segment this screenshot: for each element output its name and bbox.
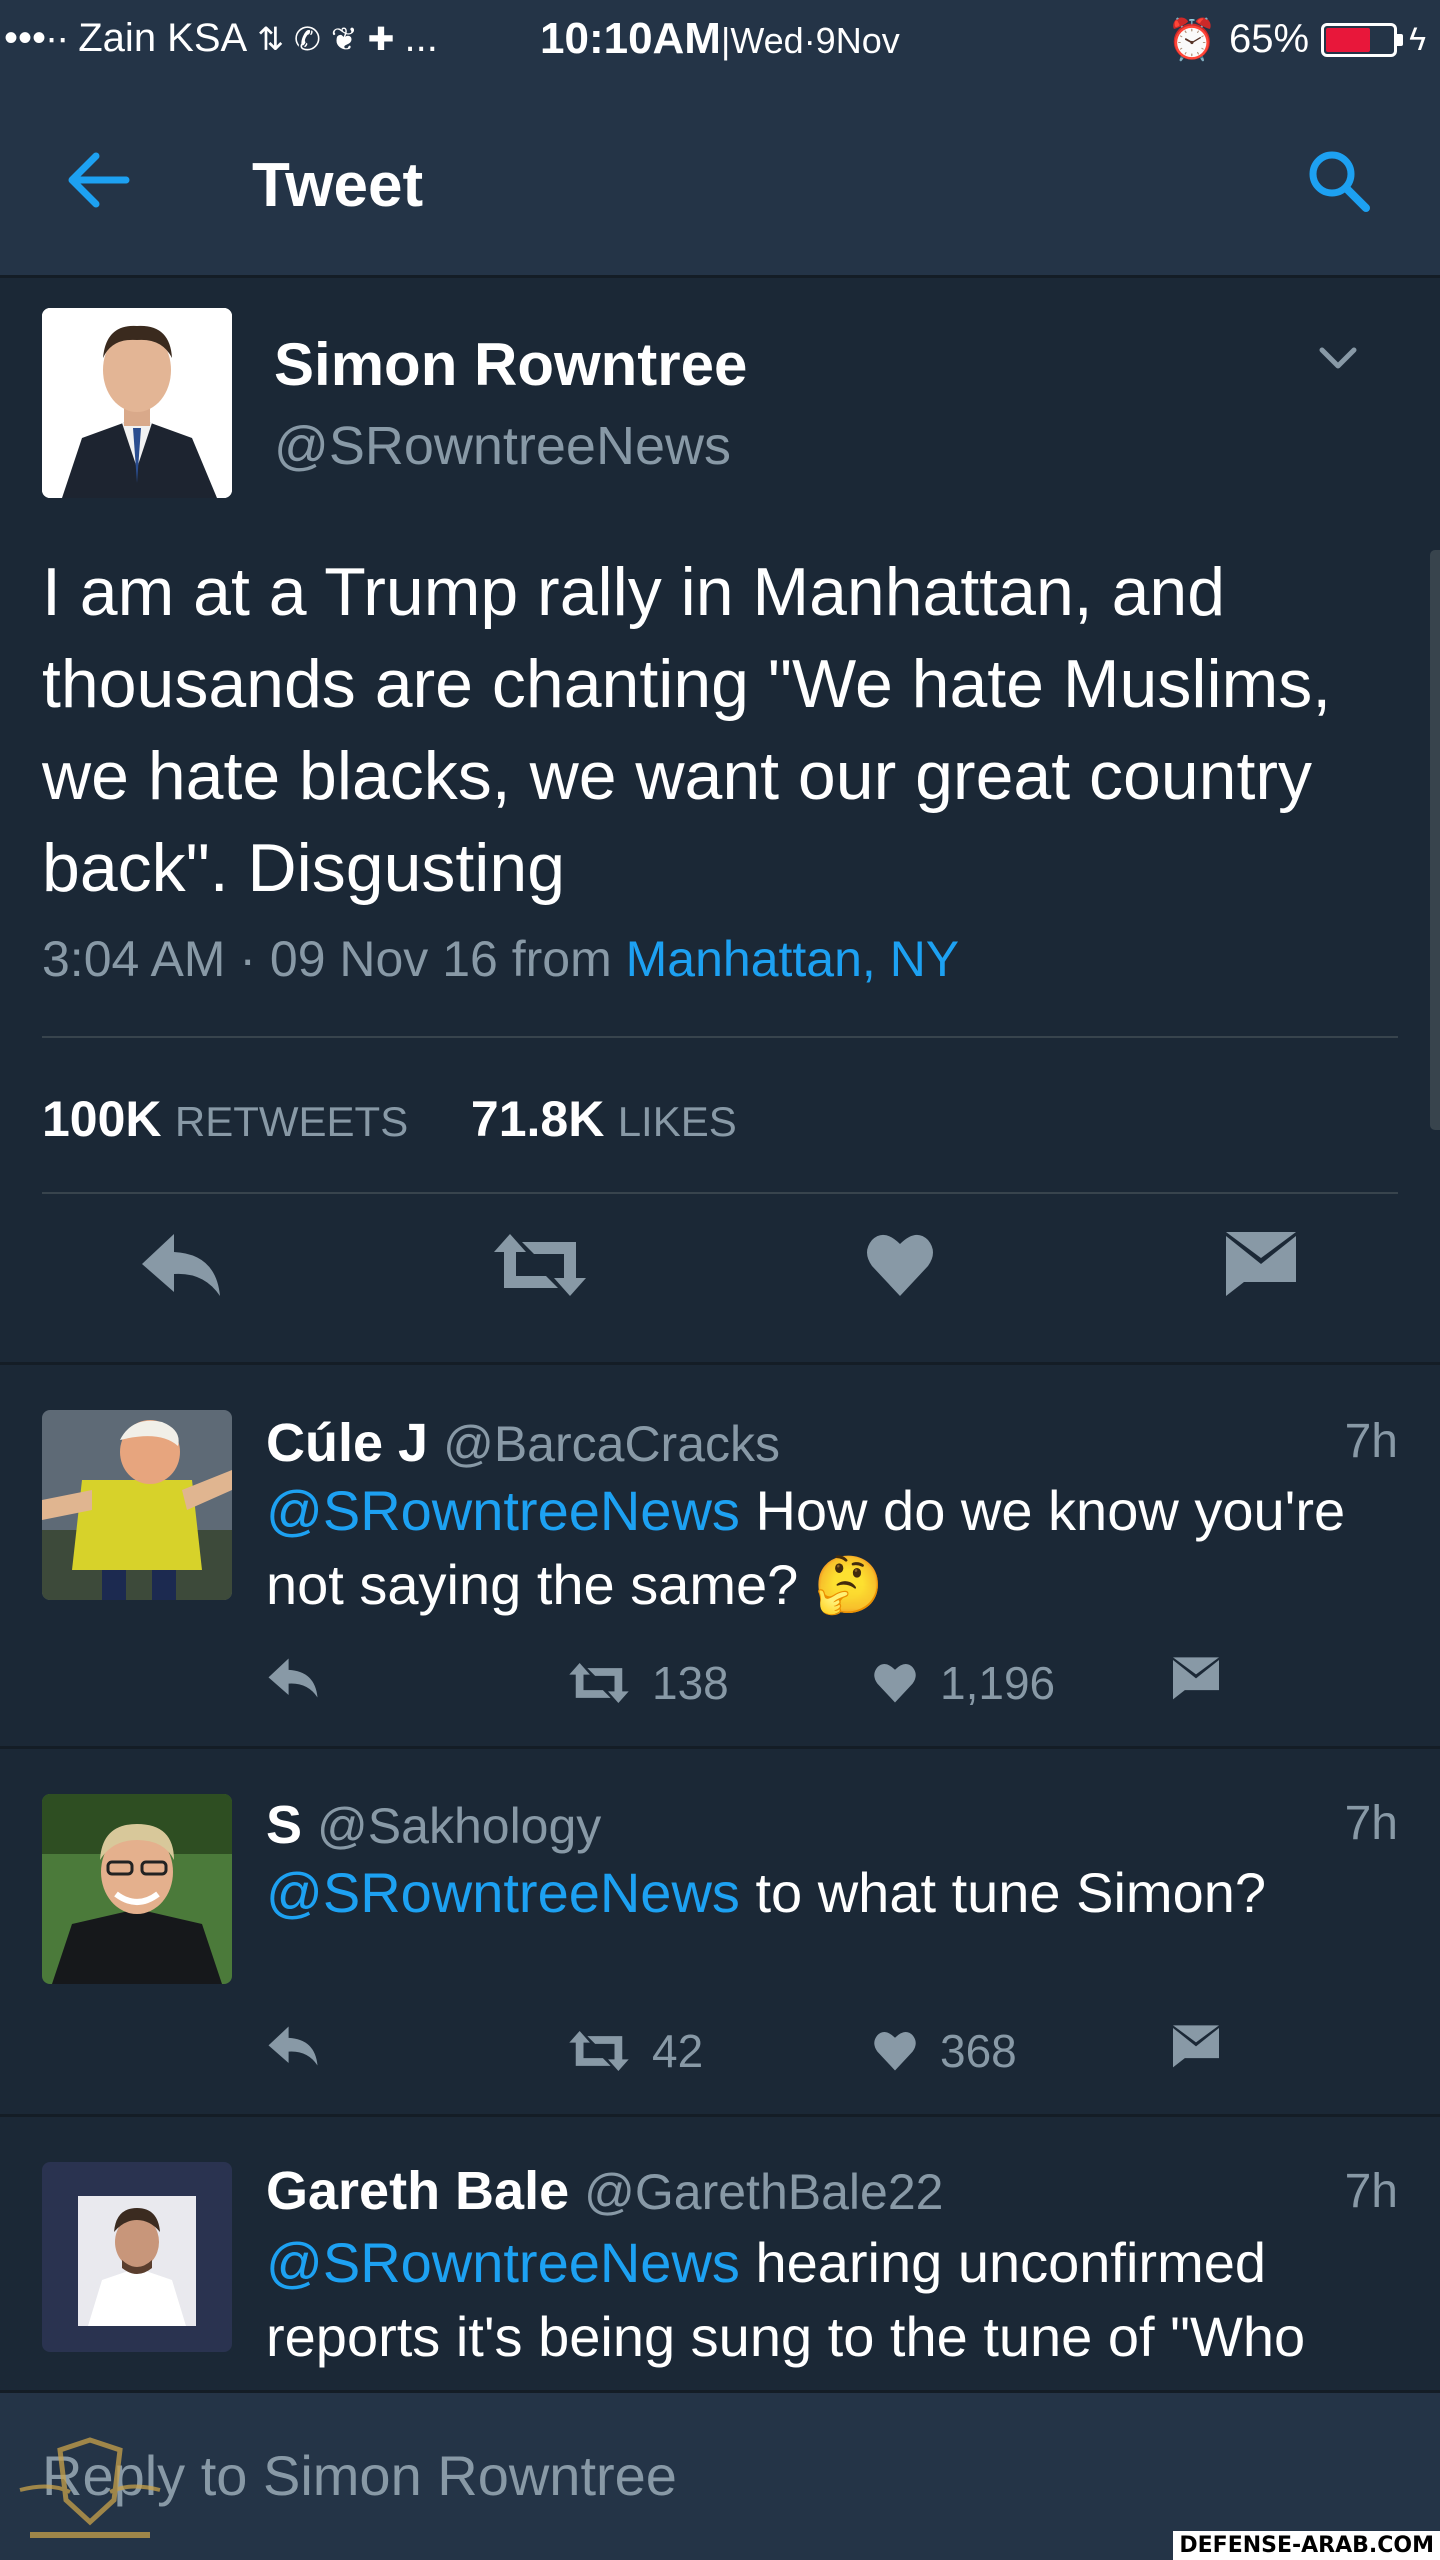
like-heart-icon[interactable] xyxy=(864,1230,936,1300)
data-icon: ⇅ xyxy=(257,20,285,57)
likes-count: 71.8K xyxy=(470,1091,605,1147)
retweet-icon[interactable] xyxy=(492,1230,588,1300)
back-arrow-icon[interactable] xyxy=(66,152,130,208)
reply-author-name[interactable]: S xyxy=(266,1795,302,1855)
author-avatar[interactable] xyxy=(42,308,232,498)
charging-icon: ϟ xyxy=(1409,21,1426,57)
reply-avatar[interactable] xyxy=(42,1410,232,1600)
reply-reply-button[interactable] xyxy=(266,1656,320,1700)
reply-divider xyxy=(0,1746,1440,1749)
reply-avatar-image xyxy=(42,2162,232,2352)
reply-body: to what tune Simon? xyxy=(739,1861,1266,1924)
section-divider xyxy=(0,1362,1440,1365)
reply-avatar[interactable] xyxy=(42,2162,232,2352)
direct-message-icon xyxy=(1173,1657,1219,1700)
status-date: |Wed·9Nov xyxy=(720,20,900,61)
reply-author-name[interactable]: Gareth Bale xyxy=(266,2161,569,2221)
author-photo xyxy=(42,308,232,498)
reply-text: @SRowntreeNews hearing unconfirmed repor… xyxy=(266,2226,1406,2374)
watermark-logo-icon xyxy=(19,2437,161,2538)
reply-icon xyxy=(268,2026,318,2066)
status-bar: •••∙∙ Zain KSA ⇅ ✆ ❦ ✚ ... 10:10AM|Wed·9… xyxy=(0,0,1440,82)
retweet-icon xyxy=(569,2030,629,2072)
retweets-stat[interactable]: 100K RETWEETS xyxy=(42,1091,409,1147)
whatsapp-icon: ✆ xyxy=(294,20,321,57)
reply-avatar-image xyxy=(42,1794,232,1984)
status-clock: 10:10AM|Wed·9Nov xyxy=(540,14,900,64)
reply-dm-button[interactable] xyxy=(1170,2024,1222,2070)
status-right: ⏰ 65% ϟ xyxy=(1167,16,1426,63)
battery-icon xyxy=(1321,22,1404,57)
alarm-icon: ⏰ xyxy=(1167,18,1217,62)
reply-mention-link[interactable]: @SRowntreeNews xyxy=(266,2231,740,2294)
signal-icon: •••∙∙ xyxy=(4,16,69,60)
reply-actions: 42 368 xyxy=(266,2024,1366,2084)
battery-percent: 65% xyxy=(1229,17,1310,61)
reply-author-handle[interactable]: @GarethBale22 xyxy=(584,2164,943,2220)
reply-time: 7h xyxy=(1344,1415,1398,1468)
reply-time: 7h xyxy=(1344,2165,1398,2218)
likes-stat[interactable]: 71.8K LIKES xyxy=(470,1091,737,1147)
likes-label: LIKES xyxy=(617,1098,737,1145)
direct-message-icon xyxy=(1173,2025,1219,2068)
tweet-actions xyxy=(0,1230,1440,1350)
direct-message-icon[interactable] xyxy=(1224,1230,1298,1300)
tweet-meta: 3:04 AM · 09 Nov 16 from Manhattan, NY xyxy=(42,930,959,988)
page-title: Tweet xyxy=(252,151,424,220)
reply-icon xyxy=(268,1658,318,1698)
reply-author-handle[interactable]: @BarcaCracks xyxy=(443,1416,780,1472)
tweet-stats: 100K RETWEETS 71.8K LIKES xyxy=(42,1090,737,1148)
tweet-timestamp: 3:04 AM · 09 Nov 16 xyxy=(42,931,498,987)
reply-actions: 138 1,196 xyxy=(266,1656,1366,1716)
reply-like-count: 1,196 xyxy=(940,1657,1056,1709)
reply-author-name[interactable]: Cúle J xyxy=(266,1413,428,1473)
from-label: from xyxy=(511,931,612,987)
app-header: Tweet xyxy=(0,82,1440,278)
reply-header: S @Sakhology xyxy=(266,1794,601,1856)
reply-text: @SRowntreeNews to what tune Simon? xyxy=(266,1856,1406,1930)
watermark-site: DEFENSE-ARAB.COM xyxy=(1173,2531,1440,2560)
like-heart-icon xyxy=(874,1664,916,1703)
reply-retweet-count: 42 xyxy=(652,2025,704,2077)
retweets-count: 100K xyxy=(42,1091,162,1147)
reply-reply-button[interactable] xyxy=(266,2024,320,2068)
reply-divider xyxy=(0,2114,1440,2117)
reply-retweet-button[interactable]: 138 xyxy=(568,1656,729,1710)
reply-retweet-count: 138 xyxy=(652,1657,729,1709)
reply-like-button[interactable]: 1,196 xyxy=(872,1656,1055,1710)
reply-dm-button[interactable] xyxy=(1170,1656,1222,1702)
divider xyxy=(42,1192,1398,1194)
reply-time: 7h xyxy=(1344,1797,1398,1850)
reply-mention-link[interactable]: @SRowntreeNews xyxy=(266,1479,740,1542)
retweet-icon xyxy=(569,1662,629,1704)
reply-icon[interactable] xyxy=(138,1230,224,1300)
tweet-text: I am at a Trump rally in Manhattan, and … xyxy=(42,554,1332,906)
reply-author-handle[interactable]: @Sakhology xyxy=(317,1798,601,1854)
status-time: 10:10AM xyxy=(540,14,721,63)
reply-mention-link[interactable]: @SRowntreeNews xyxy=(266,1861,740,1924)
more-notifications: ... xyxy=(404,16,438,60)
scrollbar[interactable] xyxy=(1430,550,1440,1130)
retweets-label: RETWEETS xyxy=(174,1098,409,1145)
leaf-icon: ❦ xyxy=(330,20,358,57)
author-name[interactable]: Simon Rowntree xyxy=(274,330,747,399)
like-heart-icon xyxy=(874,2032,916,2071)
reply-like-count: 368 xyxy=(940,2025,1017,2077)
reply-avatar-image xyxy=(42,1410,232,1600)
reply-avatar[interactable] xyxy=(42,1794,232,1984)
divider xyxy=(42,1036,1398,1038)
search-icon[interactable] xyxy=(1306,148,1372,214)
reply-retweet-button[interactable]: 42 xyxy=(568,2024,703,2078)
reply-text: @SRowntreeNews How do we know you're not… xyxy=(266,1474,1406,1622)
carrier-name: Zain KSA xyxy=(78,16,248,60)
reply-header: Gareth Bale @GarethBale22 xyxy=(266,2160,943,2222)
reply-like-button[interactable]: 368 xyxy=(872,2024,1017,2078)
reply-header: Cúle J @BarcaCracks xyxy=(266,1412,780,1474)
tweet-location-link[interactable]: Manhattan, NY xyxy=(626,931,960,987)
notification-icon: ✚ xyxy=(367,20,395,57)
author-handle[interactable]: @SRowntreeNews xyxy=(274,415,731,477)
chevron-down-icon[interactable] xyxy=(1316,342,1360,374)
status-left: •••∙∙ Zain KSA ⇅ ✆ ❦ ✚ ... xyxy=(4,16,438,61)
